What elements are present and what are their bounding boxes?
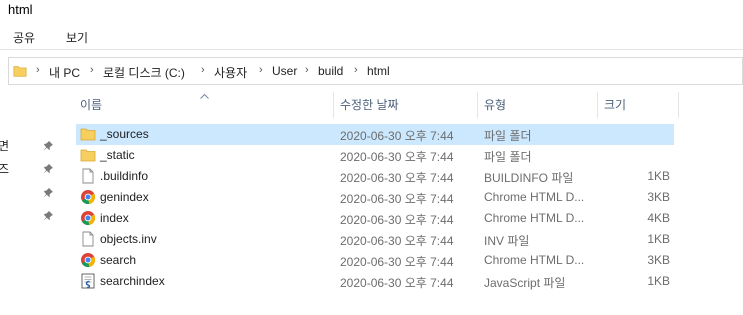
column-header-size[interactable]: 크기 [604, 96, 626, 113]
chevron-right-icon[interactable]: › [36, 64, 40, 76]
chevron-right-icon[interactable]: › [259, 64, 263, 76]
file-date: 2020-06-30 오후 7:44 [340, 129, 454, 143]
tab-view[interactable]: 보기 [66, 29, 88, 46]
file-size: 4KB [647, 211, 670, 225]
column-header-type[interactable]: 유형 [484, 96, 506, 113]
chevron-right-icon[interactable]: › [354, 64, 358, 76]
breadcrumb-users[interactable]: 사용자 [214, 64, 247, 81]
breadcrumb-user[interactable]: User [272, 64, 297, 78]
file-name: searchindex [100, 274, 165, 288]
nav-item-label[interactable]: 즈 [0, 160, 9, 177]
breadcrumb-this-pc[interactable]: 내 PC [49, 64, 80, 81]
sort-ascending-icon [200, 88, 209, 102]
file-type: INV 파일 [484, 234, 530, 248]
ribbon-divider [0, 49, 743, 50]
file-row[interactable]: search 2020-06-30 오후 7:44 Chrome HTML D.… [76, 250, 674, 271]
file-icon [80, 231, 96, 247]
file-size: 1KB [647, 274, 670, 288]
breadcrumb-html[interactable]: html [367, 64, 390, 78]
pin-icon[interactable] [43, 163, 53, 177]
file-date: 2020-06-30 오후 7:44 [340, 150, 454, 164]
file-row[interactable]: objects.inv 2020-06-30 오후 7:44 INV 파일 1K… [76, 229, 674, 250]
file-row[interactable]: .buildinfo 2020-06-30 오후 7:44 BUILDINFO … [76, 166, 674, 187]
folder-icon [80, 126, 96, 142]
file-row[interactable]: searchindex 2020-06-30 오후 7:44 JavaScrip… [76, 271, 674, 292]
file-type: BUILDINFO 파일 [484, 171, 574, 185]
tab-share[interactable]: 공유 [13, 29, 35, 46]
column-divider[interactable] [678, 92, 679, 118]
file-name: index [100, 211, 129, 225]
column-header-name[interactable]: 이름 [80, 96, 102, 113]
folder-icon [13, 64, 27, 81]
file-type: Chrome HTML D... [484, 253, 585, 267]
file-type: 파일 폴더 [484, 129, 532, 143]
script-icon [80, 273, 96, 289]
folder-icon [80, 147, 96, 163]
file-name: .buildinfo [100, 169, 149, 183]
file-date: 2020-06-30 오후 7:44 [340, 276, 454, 290]
file-row[interactable]: genindex 2020-06-30 오후 7:44 Chrome HTML … [76, 187, 674, 208]
file-row[interactable]: index 2020-06-30 오후 7:44 Chrome HTML D..… [76, 208, 674, 229]
file-type: Chrome HTML D... [484, 211, 585, 225]
file-type: JavaScript 파일 [484, 276, 566, 290]
file-name: _static [100, 148, 135, 162]
window-title: html [8, 2, 33, 17]
chrome-icon [80, 210, 96, 226]
file-name: _sources [100, 127, 149, 141]
file-type: Chrome HTML D... [484, 190, 585, 204]
nav-item-label[interactable]: 면 [0, 137, 9, 154]
file-name: search [100, 253, 137, 267]
file-date: 2020-06-30 오후 7:44 [340, 213, 454, 227]
column-divider[interactable] [477, 92, 478, 118]
chrome-icon [80, 252, 96, 268]
file-date: 2020-06-30 오후 7:44 [340, 255, 454, 269]
file-size: 1KB [647, 232, 670, 246]
chevron-right-icon[interactable]: › [201, 64, 205, 76]
column-divider[interactable] [597, 92, 598, 118]
breadcrumb-build[interactable]: build [318, 64, 343, 78]
file-name: objects.inv [100, 232, 157, 246]
column-divider[interactable] [333, 92, 334, 118]
pin-icon[interactable] [43, 140, 53, 154]
file-icon [80, 168, 96, 184]
file-date: 2020-06-30 오후 7:44 [340, 234, 454, 248]
file-row[interactable]: _sources 2020-06-30 오후 7:44 파일 폴더 [76, 124, 674, 145]
file-size: 1KB [647, 169, 670, 183]
chevron-right-icon[interactable]: › [305, 64, 309, 76]
file-size: 3KB [647, 190, 670, 204]
file-date: 2020-06-30 오후 7:44 [340, 192, 454, 206]
column-header-date[interactable]: 수정한 날짜 [340, 96, 399, 113]
file-name: genindex [100, 190, 149, 204]
address-bar[interactable]: › 내 PC › 로컬 디스크 (C:) › 사용자 › User › buil… [8, 57, 743, 85]
pin-icon[interactable] [43, 210, 53, 224]
pin-icon[interactable] [43, 187, 53, 201]
file-row[interactable]: _static 2020-06-30 오후 7:44 파일 폴더 [76, 145, 674, 166]
chrome-icon [80, 189, 96, 205]
breadcrumb-local-disk[interactable]: 로컬 디스크 (C:) [103, 64, 185, 81]
chevron-right-icon[interactable]: › [90, 64, 94, 76]
file-size: 3KB [647, 253, 670, 267]
file-type: 파일 폴더 [484, 150, 532, 164]
file-date: 2020-06-30 오후 7:44 [340, 171, 454, 185]
